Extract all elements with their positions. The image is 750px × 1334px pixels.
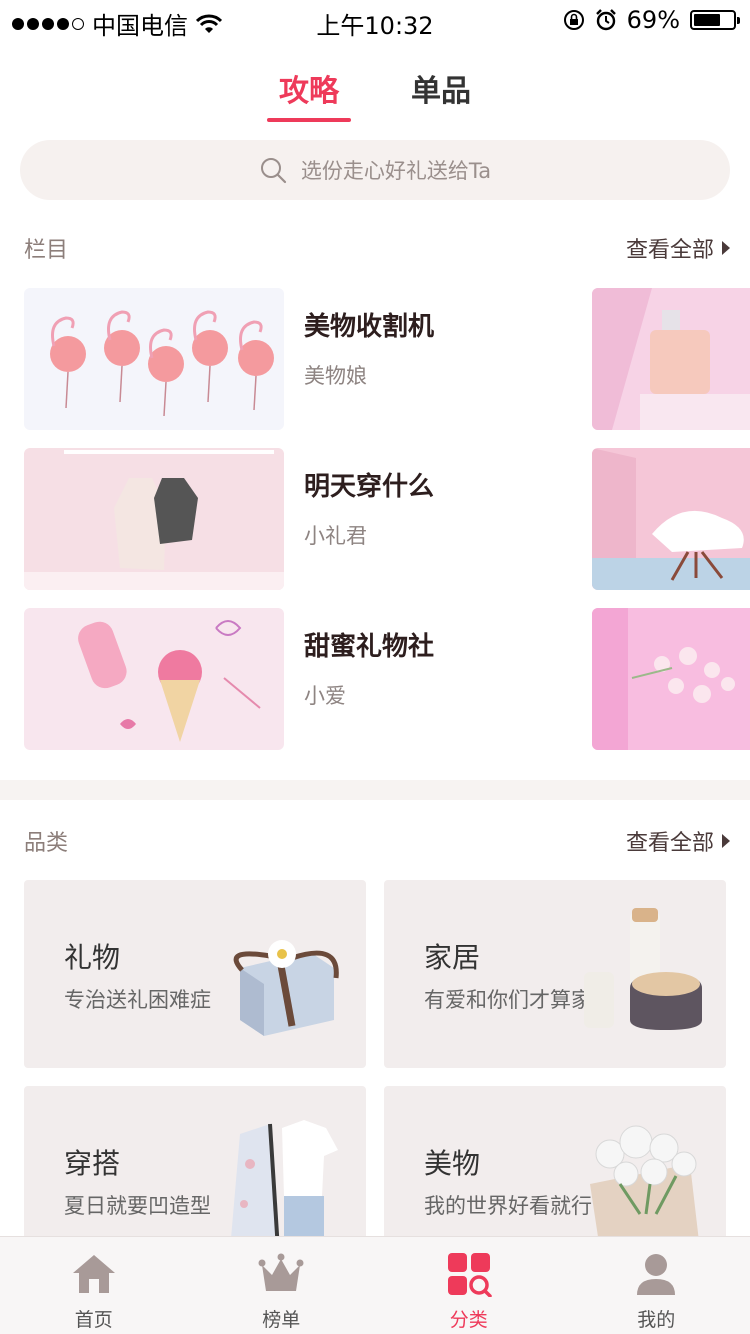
chevron-right-icon bbox=[722, 834, 730, 848]
alarm-icon bbox=[595, 9, 616, 31]
category-card-title: 礼物 bbox=[64, 941, 121, 974]
outfit-image bbox=[230, 1120, 338, 1250]
tabbar-item-category[interactable]: 分类 bbox=[375, 1237, 563, 1334]
column-author: 小爱 bbox=[304, 684, 346, 708]
category-card-title: 家居 bbox=[424, 941, 481, 974]
tabbar-item-ranking[interactable]: 榜单 bbox=[188, 1237, 376, 1334]
search-bar[interactable]: 选份走心好礼送给Ta bbox=[20, 140, 730, 200]
tabbar-item-home[interactable]: 首页 bbox=[0, 1237, 188, 1334]
chevron-right-icon bbox=[722, 241, 730, 255]
column-title: 甜蜜礼物社 bbox=[304, 632, 435, 662]
crown-icon bbox=[258, 1253, 304, 1291]
view-all-label: 查看全部 bbox=[625, 831, 714, 856]
column-item[interactable]: 明天穿什么 小礼君 bbox=[24, 448, 750, 590]
column-side-thumbnail-chair[interactable] bbox=[592, 448, 750, 590]
category-card-subtitle: 我的世界好看就行 bbox=[424, 1194, 592, 1218]
top-tabs: 攻略 单品 bbox=[0, 66, 750, 122]
search-placeholder: 选份走心好礼送给Ta bbox=[300, 159, 492, 183]
tabbar-label: 分类 bbox=[449, 1309, 488, 1331]
category-icon bbox=[447, 1253, 492, 1297]
column-item[interactable]: 美物收割机 美物娘 bbox=[24, 288, 750, 430]
bottom-tab-bar: 首页 榜单 分类 我的 bbox=[0, 1236, 750, 1334]
category-card-subtitle: 有爱和你们才算家 bbox=[424, 988, 592, 1012]
column-title: 美物收割机 bbox=[304, 312, 435, 342]
column-author: 美物娘 bbox=[304, 364, 367, 388]
tabbar-label: 首页 bbox=[74, 1309, 113, 1331]
profile-icon bbox=[637, 1254, 676, 1295]
view-all-label: 查看全部 bbox=[625, 238, 714, 263]
tab-items[interactable]: 单品 bbox=[399, 66, 483, 122]
home-icon bbox=[72, 1255, 115, 1293]
rotation-lock-icon bbox=[563, 10, 584, 30]
column-side-thumbnail-perfume[interactable] bbox=[592, 288, 750, 430]
category-card-title: 穿搭 bbox=[64, 1147, 121, 1180]
column-title: 明天穿什么 bbox=[304, 472, 435, 502]
category-card-subtitle: 专治送礼困难症 bbox=[64, 988, 211, 1012]
tab-guides[interactable]: 攻略 bbox=[267, 66, 351, 122]
columns-view-all[interactable]: 查看全部 bbox=[626, 232, 730, 264]
category-view-all[interactable]: 查看全部 bbox=[626, 825, 730, 857]
battery-percent: 69% bbox=[626, 6, 680, 34]
flower-envelope-image bbox=[590, 1125, 700, 1250]
column-thumbnail-flamingos bbox=[24, 288, 284, 430]
column-author: 小礼君 bbox=[304, 524, 367, 548]
columns-header: 栏目 查看全部 bbox=[24, 232, 730, 264]
tabbar-label: 榜单 bbox=[262, 1309, 301, 1331]
category-card-title: 美物 bbox=[424, 1147, 481, 1180]
gift-box-image bbox=[233, 940, 339, 1036]
column-thumbnail-icecream bbox=[24, 608, 284, 750]
battery-icon bbox=[690, 10, 740, 30]
tabbar-label: 我的 bbox=[637, 1309, 676, 1331]
home-goods-image bbox=[584, 908, 702, 1030]
category-card-home[interactable]: 家居 有爱和你们才算家 bbox=[384, 880, 726, 1068]
search-icon bbox=[260, 158, 286, 184]
category-card-gifts[interactable]: 礼物 专治送礼困难症 bbox=[24, 880, 366, 1068]
category-title: 品类 bbox=[24, 831, 69, 856]
column-item[interactable]: 甜蜜礼物社 小爱 bbox=[24, 608, 750, 750]
columns-title: 栏目 bbox=[24, 238, 69, 263]
section-divider bbox=[0, 780, 750, 800]
category-header: 品类 查看全部 bbox=[24, 825, 730, 857]
tabbar-item-profile[interactable]: 我的 bbox=[563, 1237, 750, 1334]
column-thumbnail-clothes bbox=[24, 448, 284, 590]
column-side-thumbnail-flowers[interactable] bbox=[592, 608, 750, 750]
status-right: 69% bbox=[563, 6, 740, 34]
battery-fill bbox=[694, 14, 721, 26]
category-card-subtitle: 夏日就要凹造型 bbox=[64, 1194, 211, 1218]
status-bar: 中国电信 上午10:32 69% bbox=[0, 0, 750, 40]
